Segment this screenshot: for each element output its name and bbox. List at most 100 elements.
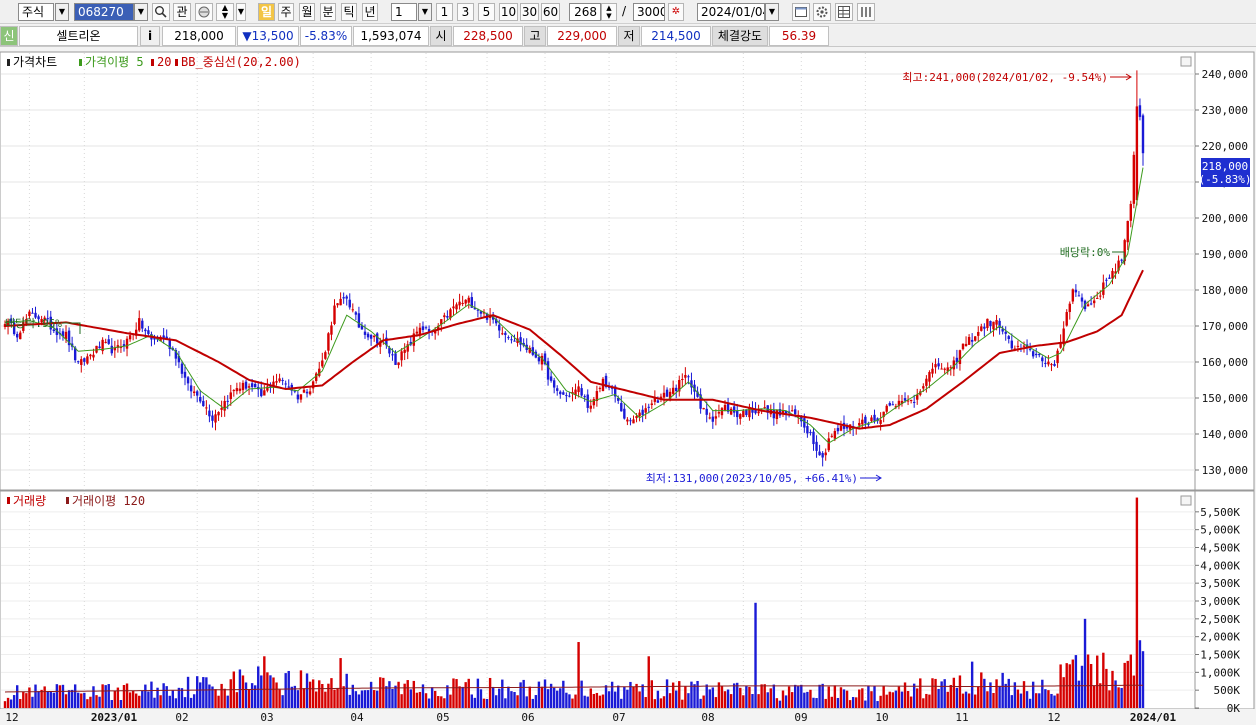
candle-body [650, 403, 653, 405]
volume-bar [623, 686, 626, 708]
volume-bar [1050, 693, 1053, 708]
price-change: ▼13,500 [237, 26, 299, 46]
candle-body [583, 396, 586, 398]
volume-bar [1114, 680, 1117, 708]
candle-body [662, 392, 666, 398]
legend-swatch-vol-ma [66, 497, 69, 504]
candle-body [589, 405, 592, 409]
stock-code-input[interactable]: 068270 [74, 3, 134, 21]
period-month-button[interactable]: 월 [299, 3, 315, 21]
volume-bar [476, 678, 480, 708]
interval-select[interactable]: 1 [391, 3, 417, 21]
market-select[interactable]: 주식 [18, 3, 54, 21]
volume-bar [617, 685, 620, 708]
volume-bar [458, 686, 461, 708]
volume-bar [144, 684, 147, 708]
candle-body [1044, 362, 1047, 364]
period-minute-button[interactable]: 분 [320, 3, 336, 21]
volume-bar [1077, 680, 1081, 708]
stock-chart[interactable]: 130,000 140,000 150,000 160,000 170,000 180,0… [0, 50, 1256, 725]
volume-axis-label: 2,000K [1200, 631, 1240, 644]
candle-body [244, 381, 248, 389]
volume-bar [546, 689, 550, 708]
candle-body [739, 414, 742, 419]
date-dropdown-icon[interactable]: ▼ [765, 3, 779, 21]
candle-body [107, 339, 110, 344]
tools-icon[interactable] [195, 3, 213, 21]
period-tick-button[interactable]: 틱 [341, 3, 357, 21]
stock-name[interactable]: 셀트리온 [19, 26, 138, 46]
grid-table-icon[interactable] [835, 3, 853, 21]
interval-10-button[interactable]: 10 [499, 3, 518, 21]
wrench-tools-icon[interactable] [857, 3, 875, 21]
interval-3-button[interactable]: 3 [457, 3, 474, 21]
more-down-icon[interactable]: ▼ [236, 3, 246, 21]
candle-body [232, 390, 236, 392]
settings-gear-icon[interactable] [813, 3, 831, 21]
candle-body [824, 452, 827, 456]
candle-body [736, 410, 739, 418]
interval-1-button[interactable]: 1 [436, 3, 453, 21]
volume-bar [1083, 618, 1087, 708]
volume-bar [1096, 655, 1099, 708]
volume-bar [824, 698, 827, 708]
count-input[interactable]: 268 [569, 3, 601, 21]
interval-dropdown-icon[interactable]: ▼ [418, 3, 432, 21]
volume-bar [809, 689, 812, 708]
candle-body [424, 327, 428, 329]
candle-body [559, 391, 562, 395]
volume-bar [1071, 659, 1075, 708]
volume-bar [86, 699, 89, 708]
interval-5-button[interactable]: 5 [478, 3, 495, 21]
price-axis-label: 130,000 [1202, 464, 1248, 477]
period-day-button[interactable]: 일 [258, 3, 275, 21]
reload-icon[interactable]: ✲ [668, 3, 684, 21]
volume-bar [473, 697, 477, 708]
volume-bar [205, 677, 208, 708]
candle-body [903, 398, 907, 401]
candle-body [1108, 277, 1111, 279]
candle-body [305, 391, 309, 394]
interval-60-button[interactable]: 60 [541, 3, 560, 21]
count-spin-icon[interactable]: ▲ ▼ [601, 3, 617, 21]
candle-body [757, 411, 760, 414]
volume-bar [467, 678, 470, 708]
volume-bar [842, 689, 846, 708]
candle-body [77, 361, 80, 363]
volume-bar [830, 696, 834, 708]
volume-bar [241, 675, 245, 708]
interest-button[interactable]: 관 [173, 3, 191, 21]
volume-bar [726, 689, 730, 708]
volume-bar [565, 692, 568, 708]
date-input[interactable]: 2024/01/04 [697, 3, 765, 21]
candle-body [702, 408, 705, 410]
volume-bar [964, 691, 968, 708]
volume-bar [70, 689, 74, 708]
code-dropdown-icon[interactable]: ▼ [134, 3, 148, 21]
period-week-button[interactable]: 주 [278, 3, 294, 21]
candle-body [565, 395, 568, 397]
volume-bar [479, 689, 483, 708]
search-icon[interactable] [152, 3, 170, 21]
volume-bar [803, 692, 806, 708]
stock-info-button[interactable]: i [140, 26, 160, 46]
volume-bar [693, 684, 696, 708]
candle-body [742, 410, 745, 418]
volume-bar [1004, 683, 1007, 708]
price-axis-label: 170,000 [1202, 320, 1248, 333]
candle-body [16, 333, 19, 338]
volume-bar [61, 684, 65, 708]
chart-window-icon[interactable] [792, 3, 810, 21]
market-dropdown-icon[interactable]: ▼ [55, 3, 69, 21]
volume-bar [321, 684, 324, 708]
volume-bar [1010, 695, 1014, 708]
count-separator: / [622, 4, 627, 18]
period-year-button[interactable]: 년 [362, 3, 378, 21]
spin-updown-icon[interactable]: ▲ ▼ [216, 3, 234, 21]
candle-body [870, 417, 873, 422]
interval-30-button[interactable]: 30 [520, 3, 539, 21]
candle-body [199, 397, 202, 402]
volume-bar [67, 690, 71, 708]
volume-axis-label: 4,500K [1200, 542, 1240, 555]
candle-body [973, 336, 977, 341]
